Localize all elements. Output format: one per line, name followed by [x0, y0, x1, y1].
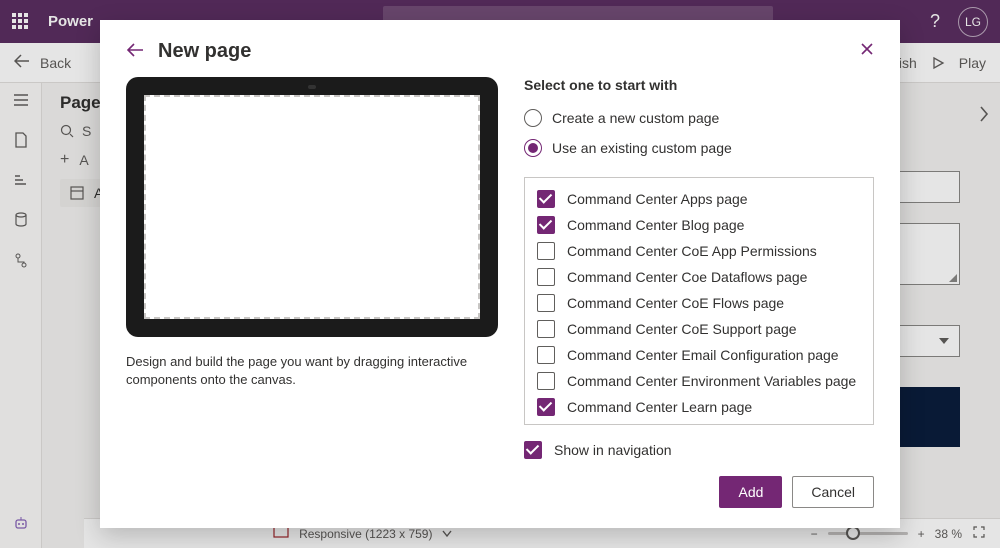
checkbox-icon [537, 398, 555, 416]
add-button[interactable]: Add [719, 476, 782, 508]
page-checkbox-row[interactable]: Command Center Maker Apps [531, 420, 867, 425]
checkbox-icon [537, 216, 555, 234]
select-heading: Select one to start with [524, 77, 874, 93]
modal-preview-pane: Design and build the page you want by dr… [126, 77, 498, 508]
page-checkbox-label: Command Center CoE Flows page [567, 295, 784, 311]
new-page-modal: New page Design and build the page you w… [100, 20, 900, 528]
checkbox-label: Show in navigation [554, 442, 672, 458]
page-checkbox-label: Command Center Learn page [567, 399, 752, 415]
show-in-navigation-checkbox[interactable]: Show in navigation [524, 441, 874, 459]
checkbox-icon [537, 294, 555, 312]
radio-icon [524, 139, 542, 157]
cancel-button[interactable]: Cancel [792, 476, 874, 508]
page-checkbox-row[interactable]: Command Center CoE Support page [531, 316, 867, 342]
page-checkbox-row[interactable]: Command Center CoE App Permissions [531, 238, 867, 264]
page-checkbox-label: Command Center Blog page [567, 217, 744, 233]
page-checkbox-row[interactable]: Command Center Email Configuration page [531, 342, 867, 368]
page-checkbox-row[interactable]: Command Center CoE Flows page [531, 290, 867, 316]
tablet-camera-icon [308, 85, 316, 89]
modal-title: New page [158, 40, 251, 63]
page-checkbox-row[interactable]: Command Center Coe Dataflows page [531, 264, 867, 290]
checkbox-icon [537, 268, 555, 286]
page-checkbox-label: Command Center CoE App Permissions [567, 243, 817, 259]
page-checkbox-label: Command Center Email Configuration page [567, 347, 839, 363]
radio-use-existing[interactable]: Use an existing custom page [524, 139, 874, 157]
modal-overlay: New page Design and build the page you w… [0, 0, 1000, 548]
radio-label: Create a new custom page [552, 110, 719, 126]
checkbox-icon [537, 242, 555, 260]
modal-back-icon[interactable] [126, 43, 144, 60]
tablet-frame [126, 77, 498, 337]
radio-icon [524, 109, 542, 127]
close-icon[interactable] [860, 42, 874, 61]
checkbox-icon [537, 320, 555, 338]
checkbox-icon [537, 346, 555, 364]
page-checkbox-row[interactable]: Command Center Learn page [531, 394, 867, 420]
radio-create-new[interactable]: Create a new custom page [524, 109, 874, 127]
modal-description: Design and build the page you want by dr… [126, 353, 498, 389]
page-checkbox-label: Command Center Coe Dataflows page [567, 269, 807, 285]
page-checkbox-row[interactable]: Command Center Blog page [531, 212, 867, 238]
checkbox-icon [537, 372, 555, 390]
radio-label: Use an existing custom page [552, 140, 732, 156]
existing-pages-list[interactable]: Command Center Apps page Command Center B… [524, 177, 874, 425]
page-checkbox-row[interactable]: Command Center Apps page [531, 186, 867, 212]
modal-options-pane: Select one to start with Create a new cu… [524, 77, 874, 508]
checkbox-icon [524, 441, 542, 459]
page-checkbox-label: Command Center Environment Variables pag… [567, 373, 856, 389]
checkbox-icon [537, 190, 555, 208]
page-checkbox-label: Command Center Apps page [567, 191, 748, 207]
checkbox-icon [537, 424, 555, 425]
page-checkbox-label: Command Center CoE Support page [567, 321, 797, 337]
page-checkbox-row[interactable]: Command Center Environment Variables pag… [531, 368, 867, 394]
